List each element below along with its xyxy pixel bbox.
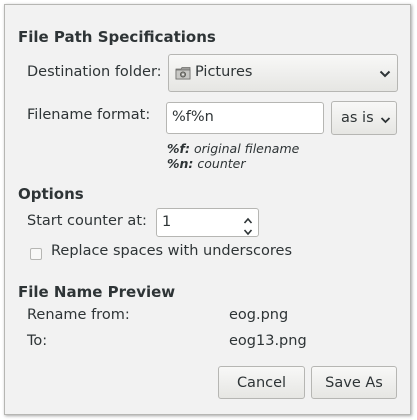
start-counter-label: Start counter at: [27,213,147,229]
filename-format-value: %f%n [172,109,214,125]
destination-folder-value: Pictures [195,64,253,80]
hint-original-filename: %f: original filename [167,141,299,156]
hint-counter: %n: counter [167,156,246,171]
chevron-down-icon [380,113,391,129]
camera-folder-icon [175,66,191,80]
rename-from-label: Rename from: [27,307,130,323]
to-value: eog13.png [229,333,307,349]
replace-spaces-label: Replace spaces with underscores [51,243,293,259]
save-as-button[interactable]: Save As [311,366,397,399]
hint-code: %f: [167,141,190,156]
hint-text: original filename [189,141,300,156]
save-as-dialog: File Path Specifications Destination fol… [4,4,411,415]
cancel-button[interactable]: Cancel [218,366,305,399]
chevron-down-icon [379,67,391,83]
spin-down-icon[interactable] [243,224,253,240]
filename-format-input[interactable]: %f%n [166,102,324,134]
preview-section-title: File Name Preview [18,283,176,301]
case-value: as is [341,110,374,126]
destination-folder-combo[interactable]: Pictures [168,54,398,92]
to-label: To: [27,333,48,349]
file-path-section-title: File Path Specifications [18,28,216,46]
start-counter-value: 1 [162,214,172,230]
hint-text: counter [193,156,246,171]
options-section-title: Options [18,185,84,203]
filename-format-label: Filename format: [27,107,151,123]
start-counter-spin[interactable]: 1 [156,208,259,237]
destination-folder-label: Destination folder: [27,64,162,80]
case-combo[interactable]: as is [331,101,397,135]
hint-code: %n: [167,156,194,171]
replace-spaces-checkbox[interactable] [30,248,42,260]
rename-from-value: eog.png [229,307,289,323]
